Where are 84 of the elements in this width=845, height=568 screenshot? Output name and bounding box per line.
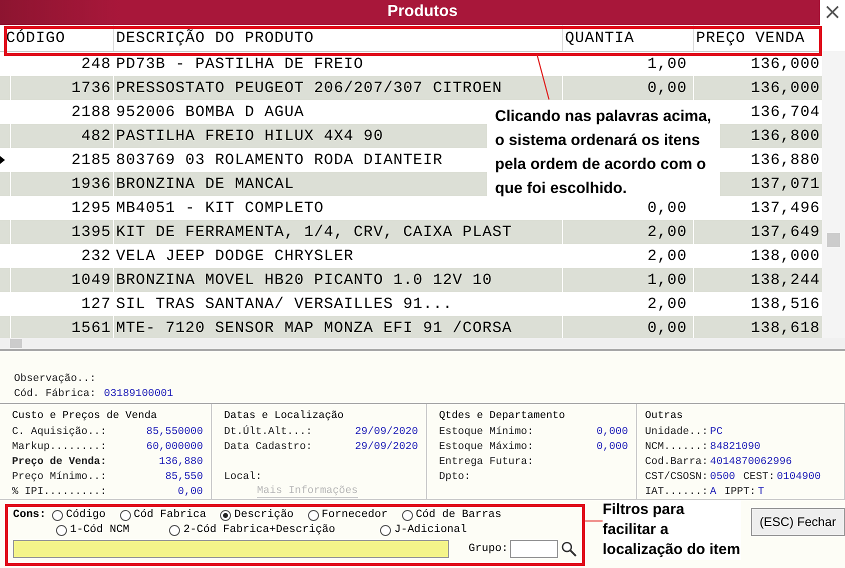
radio-option[interactable]: J-Adicional — [380, 524, 467, 536]
table-cell: 1395 — [10, 220, 113, 244]
field-value: 4014870062996 — [710, 456, 792, 468]
column-header[interactable]: DESCRIÇÃO DO PRODUTO — [113, 24, 562, 51]
radio-option[interactable]: Descrição — [220, 509, 294, 522]
field-label: Markup........: — [12, 440, 107, 453]
field-label: Cód. Fábrica: — [14, 388, 96, 402]
group-title: Qtdes e Departamento — [439, 410, 566, 424]
field-label: NCM......: — [645, 440, 708, 453]
column-header[interactable]: QUANTIA — [562, 24, 693, 51]
close-button[interactable]: × — [820, 0, 845, 25]
search-icon[interactable] — [561, 541, 577, 558]
field-label: Entrega Futura: — [439, 456, 534, 468]
field-label: Dt.Últ.Alt...: — [224, 426, 312, 438]
field-value: 29/09/2020 — [354, 440, 418, 453]
radio-option[interactable]: Cód de Barras — [402, 509, 502, 522]
radio-option[interactable]: 2-Cód Fabrica+Descrição — [169, 524, 336, 536]
leader-line — [585, 520, 603, 522]
leader-line — [536, 52, 550, 101]
field-value: 0,00 — [178, 486, 203, 498]
column-header[interactable]: CÓDIGO — [0, 24, 113, 51]
field-label: Grupo: — [468, 543, 508, 556]
table-cell: 2,00 — [647, 246, 687, 265]
field-value: 60,000000 — [146, 440, 203, 453]
table-cell: 2,00 — [647, 294, 687, 313]
field-label: Observação..: — [14, 373, 96, 388]
field-value: 136,880 — [158, 456, 203, 468]
field-label: Preço Mínimo..: — [12, 470, 107, 483]
radio-option[interactable]: Código — [52, 509, 106, 522]
field-value: T — [758, 486, 764, 498]
table-cell: 1736 — [10, 76, 113, 100]
window-title: Produtos — [387, 3, 458, 22]
radio-option[interactable]: 1-Cód NCM — [56, 524, 130, 536]
current-row-icon — [0, 156, 5, 164]
column-header[interactable]: PREÇO VENDA — [693, 24, 822, 51]
table-cell: 1049 — [10, 268, 113, 292]
field-label: Cod.Barra: — [645, 456, 708, 468]
field-label: Data Cadastro: — [224, 440, 312, 453]
table-cell: KIT DE FERRAMENTA, 1/4, CRV, CAIXA PLAST — [113, 220, 562, 244]
field-label: IPPT: — [724, 486, 756, 498]
field-label: Unidade..: — [645, 426, 708, 438]
radio-option[interactable]: Fornecedor — [308, 509, 388, 522]
close-button[interactable]: (ESC) Fechar — [750, 508, 845, 536]
field-value: A — [710, 486, 716, 498]
field-label: C. Aquisição..: — [12, 426, 107, 438]
group-title: Outras — [645, 410, 684, 424]
field-value: 0,000 — [596, 426, 628, 438]
field-value: 84821090 — [710, 440, 760, 453]
table-cell: BRONZINA MOVEL HB20 PICANTO 1.0 12V 10 — [113, 268, 562, 292]
table-cell: 0,00 — [647, 78, 687, 97]
filter-label: Cons: — [13, 509, 46, 522]
table-cell: 482 — [10, 124, 113, 148]
horizontal-scrollbar[interactable] — [0, 338, 845, 350]
field-label: CST/CSOSN: — [645, 470, 708, 483]
table-cell: 1,00 — [647, 270, 687, 289]
field-label: IAT......: — [645, 486, 708, 498]
field-label: Dpto: — [439, 470, 471, 483]
group-title: Custo e Preços de Venda — [12, 410, 158, 424]
field-value: 0,000 — [596, 440, 628, 453]
field-label: CEST: — [743, 470, 775, 483]
table-cell: PRESSOSTATO PEUGEOT 206/207/307 CITROEN — [113, 76, 562, 100]
field-value: 29/09/2020 — [354, 426, 418, 438]
table-cell: 1,00 — [647, 54, 687, 73]
field-value: 85,550000 — [146, 426, 203, 438]
field-value: PC — [710, 426, 723, 438]
field-label: % IPI.........: — [12, 486, 107, 498]
callout-note: Filtros para facilitar a localização do item — [602, 500, 741, 560]
field-value: 03189100001 — [104, 388, 174, 402]
field-value: 0104900 — [776, 470, 821, 483]
table-cell: 0,00 — [647, 198, 687, 217]
search-field[interactable] — [13, 540, 449, 558]
field-value: 85,550 — [165, 470, 203, 483]
field-label: Preço de Venda: — [12, 456, 107, 468]
table-cell: 2,00 — [647, 222, 687, 241]
field-label: Local: — [224, 470, 262, 483]
table-cell: 0,00 — [647, 318, 687, 337]
field-label: Estoque Mínimo: — [439, 426, 534, 438]
table-cell: 1936 — [10, 172, 113, 196]
group-title: Datas e Localização — [224, 410, 345, 424]
field-value: 0500 — [710, 470, 736, 483]
vertical-scrollbar[interactable] — [822, 50, 845, 339]
group-field[interactable] — [510, 540, 558, 558]
field-label: Estoque Máximo: — [439, 440, 534, 453]
radio-option[interactable]: Cód Fabrica — [120, 509, 206, 522]
